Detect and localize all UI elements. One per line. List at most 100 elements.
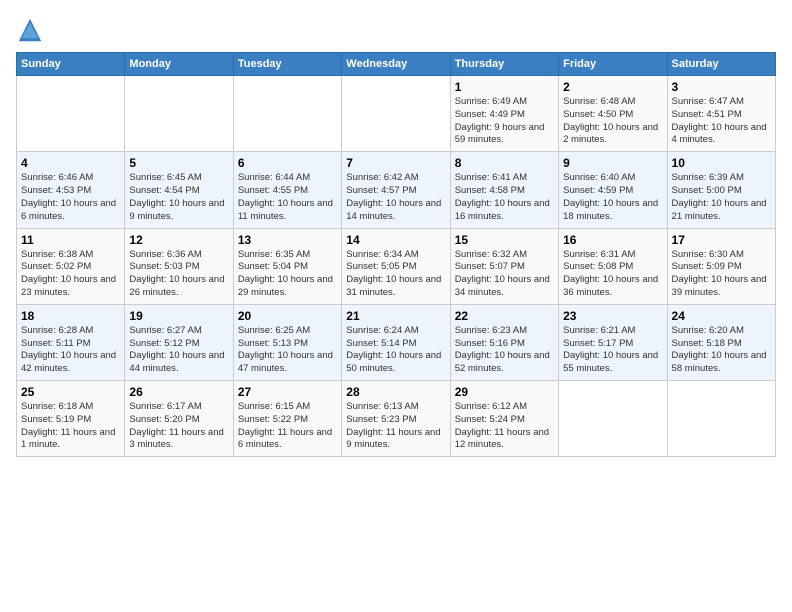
day-number: 5 (129, 156, 228, 170)
day-number: 12 (129, 233, 228, 247)
day-info: Sunrise: 6:34 AMSunset: 5:05 PMDaylight:… (346, 249, 445, 300)
day-number: 23 (563, 309, 662, 323)
calendar-header: SundayMondayTuesdayWednesdayThursdayFrid… (17, 53, 776, 76)
page-header (16, 16, 776, 44)
day-cell: 9 Sunrise: 6:40 AMSunset: 4:59 PMDaylight… (559, 152, 667, 228)
calendar-table: SundayMondayTuesdayWednesdayThursdayFrid… (16, 52, 776, 457)
day-info: Sunrise: 6:23 AMSunset: 5:16 PMDaylight:… (455, 325, 554, 376)
day-number: 10 (672, 156, 771, 170)
day-number: 28 (346, 385, 445, 399)
day-info: Sunrise: 6:42 AMSunset: 4:57 PMDaylight:… (346, 172, 445, 223)
day-number: 9 (563, 156, 662, 170)
week-row-3: 11 Sunrise: 6:38 AMSunset: 5:02 PMDayligh… (17, 228, 776, 304)
day-cell: 10 Sunrise: 6:39 AMSunset: 5:00 PMDayligh… (667, 152, 775, 228)
day-info: Sunrise: 6:40 AMSunset: 4:59 PMDaylight:… (563, 172, 662, 223)
day-info: Sunrise: 6:12 AMSunset: 5:24 PMDaylight:… (455, 401, 554, 452)
day-number: 27 (238, 385, 337, 399)
day-cell (125, 76, 233, 152)
day-cell: 14Sunrise: 6:34 AMSunset: 5:05 PMDayligh… (342, 228, 450, 304)
day-cell: 1Sunrise: 6:49 AMSunset: 4:49 PMDaylight… (450, 76, 558, 152)
week-row-5: 25 Sunrise: 6:18 AMSunset: 5:19 PMDayligh… (17, 381, 776, 457)
day-info: Sunrise: 6:46 AMSunset: 4:53 PMDaylight:… (21, 172, 120, 223)
day-cell: 16 Sunrise: 6:31 AMSunset: 5:08 PMDayligh… (559, 228, 667, 304)
day-number: 8 (455, 156, 554, 170)
day-number: 3 (672, 80, 771, 94)
day-info: Sunrise: 6:44 AMSunset: 4:55 PMDaylight:… (238, 172, 337, 223)
day-cell: 22 Sunrise: 6:23 AMSunset: 5:16 PMDayligh… (450, 304, 558, 380)
day-cell: 8 Sunrise: 6:41 AMSunset: 4:58 PMDaylight… (450, 152, 558, 228)
day-cell: 15 Sunrise: 6:32 AMSunset: 5:07 PMDayligh… (450, 228, 558, 304)
week-row-4: 18Sunrise: 6:28 AMSunset: 5:11 PMDayligh… (17, 304, 776, 380)
day-number: 21 (346, 309, 445, 323)
day-number: 17 (672, 233, 771, 247)
day-cell: 2 Sunrise: 6:48 AMSunset: 4:50 PMDaylight… (559, 76, 667, 152)
day-cell: 27Sunrise: 6:15 AMSunset: 5:22 PMDayligh… (233, 381, 341, 457)
weekday-row: SundayMondayTuesdayWednesdayThursdayFrid… (17, 53, 776, 76)
day-info: Sunrise: 6:31 AMSunset: 5:08 PMDaylight:… (563, 249, 662, 300)
day-number: 19 (129, 309, 228, 323)
day-cell: 24Sunrise: 6:20 AMSunset: 5:18 PMDayligh… (667, 304, 775, 380)
day-info: Sunrise: 6:45 AMSunset: 4:54 PMDaylight:… (129, 172, 228, 223)
day-cell (233, 76, 341, 152)
day-info: Sunrise: 6:39 AMSunset: 5:00 PMDaylight:… (672, 172, 771, 223)
day-number: 11 (21, 233, 120, 247)
day-info: Sunrise: 6:48 AMSunset: 4:50 PMDaylight:… (563, 96, 662, 147)
day-number: 4 (21, 156, 120, 170)
day-number: 7 (346, 156, 445, 170)
day-info: Sunrise: 6:25 AMSunset: 5:13 PMDaylight:… (238, 325, 337, 376)
day-cell: 25 Sunrise: 6:18 AMSunset: 5:19 PMDayligh… (17, 381, 125, 457)
weekday-header-friday: Friday (559, 53, 667, 76)
logo (16, 16, 48, 44)
day-number: 29 (455, 385, 554, 399)
day-cell: 20 Sunrise: 6:25 AMSunset: 5:13 PMDayligh… (233, 304, 341, 380)
day-cell: 6 Sunrise: 6:44 AMSunset: 4:55 PMDaylight… (233, 152, 341, 228)
day-number: 15 (455, 233, 554, 247)
day-cell (667, 381, 775, 457)
day-cell: 12 Sunrise: 6:36 AMSunset: 5:03 PMDayligh… (125, 228, 233, 304)
day-info: Sunrise: 6:17 AMSunset: 5:20 PMDaylight:… (129, 401, 228, 452)
logo-icon (16, 16, 44, 44)
weekday-header-tuesday: Tuesday (233, 53, 341, 76)
day-cell: 26 Sunrise: 6:17 AMSunset: 5:20 PMDayligh… (125, 381, 233, 457)
day-number: 20 (238, 309, 337, 323)
day-info: Sunrise: 6:13 AMSunset: 5:23 PMDaylight:… (346, 401, 445, 452)
day-cell: 5 Sunrise: 6:45 AMSunset: 4:54 PMDaylight… (125, 152, 233, 228)
calendar-body: 1Sunrise: 6:49 AMSunset: 4:49 PMDaylight… (17, 76, 776, 457)
day-info: Sunrise: 6:28 AMSunset: 5:11 PMDaylight:… (21, 325, 120, 376)
day-number: 16 (563, 233, 662, 247)
day-cell: 28 Sunrise: 6:13 AMSunset: 5:23 PMDayligh… (342, 381, 450, 457)
day-info: Sunrise: 6:41 AMSunset: 4:58 PMDaylight:… (455, 172, 554, 223)
weekday-header-saturday: Saturday (667, 53, 775, 76)
day-info: Sunrise: 6:27 AMSunset: 5:12 PMDaylight:… (129, 325, 228, 376)
weekday-header-wednesday: Wednesday (342, 53, 450, 76)
day-number: 22 (455, 309, 554, 323)
week-row-2: 4 Sunrise: 6:46 AMSunset: 4:53 PMDaylight… (17, 152, 776, 228)
day-info: Sunrise: 6:18 AMSunset: 5:19 PMDaylight:… (21, 401, 120, 452)
day-cell: 23 Sunrise: 6:21 AMSunset: 5:17 PMDayligh… (559, 304, 667, 380)
day-info: Sunrise: 6:47 AMSunset: 4:51 PMDaylight:… (672, 96, 771, 147)
day-cell (342, 76, 450, 152)
day-info: Sunrise: 6:49 AMSunset: 4:49 PMDaylight:… (455, 96, 554, 147)
day-number: 6 (238, 156, 337, 170)
day-number: 25 (21, 385, 120, 399)
day-info: Sunrise: 6:38 AMSunset: 5:02 PMDaylight:… (21, 249, 120, 300)
day-cell: 13 Sunrise: 6:35 AMSunset: 5:04 PMDayligh… (233, 228, 341, 304)
day-cell (17, 76, 125, 152)
day-info: Sunrise: 6:21 AMSunset: 5:17 PMDaylight:… (563, 325, 662, 376)
day-cell: 18Sunrise: 6:28 AMSunset: 5:11 PMDayligh… (17, 304, 125, 380)
day-cell: 11 Sunrise: 6:38 AMSunset: 5:02 PMDayligh… (17, 228, 125, 304)
day-cell: 29 Sunrise: 6:12 AMSunset: 5:24 PMDayligh… (450, 381, 558, 457)
day-info: Sunrise: 6:20 AMSunset: 5:18 PMDaylight:… (672, 325, 771, 376)
day-cell: 3 Sunrise: 6:47 AMSunset: 4:51 PMDaylight… (667, 76, 775, 152)
day-number: 26 (129, 385, 228, 399)
day-cell: 19 Sunrise: 6:27 AMSunset: 5:12 PMDayligh… (125, 304, 233, 380)
day-cell: 7 Sunrise: 6:42 AMSunset: 4:57 PMDaylight… (342, 152, 450, 228)
day-info: Sunrise: 6:30 AMSunset: 5:09 PMDaylight:… (672, 249, 771, 300)
weekday-header-thursday: Thursday (450, 53, 558, 76)
day-number: 2 (563, 80, 662, 94)
day-info: Sunrise: 6:36 AMSunset: 5:03 PMDaylight:… (129, 249, 228, 300)
day-info: Sunrise: 6:32 AMSunset: 5:07 PMDaylight:… (455, 249, 554, 300)
day-info: Sunrise: 6:35 AMSunset: 5:04 PMDaylight:… (238, 249, 337, 300)
day-number: 13 (238, 233, 337, 247)
weekday-header-monday: Monday (125, 53, 233, 76)
